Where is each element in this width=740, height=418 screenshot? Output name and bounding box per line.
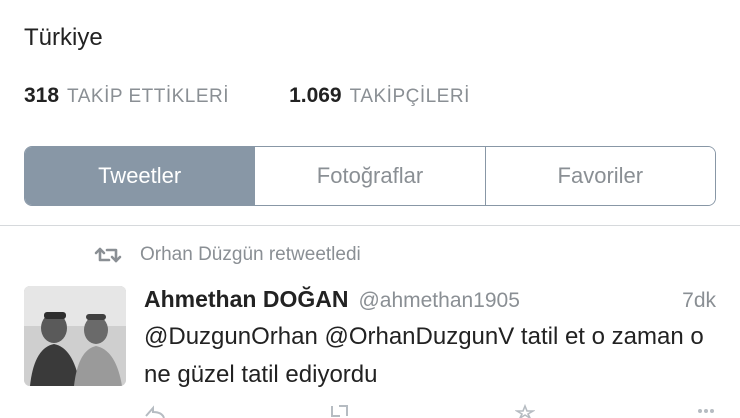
tab-photos[interactable]: Fotoğraflar — [254, 147, 485, 205]
following-number: 318 — [24, 84, 60, 107]
tab-favorites[interactable]: Favoriler — [484, 147, 715, 205]
retweet-context[interactable]: Orhan Düzgün retweetledi — [94, 244, 361, 266]
followers-number: 1.069 — [289, 84, 342, 107]
profile-location: Türkiye — [24, 24, 103, 51]
tab-tweets[interactable]: Tweetler — [25, 147, 255, 205]
following-label: TAKİP ETTİKLERİ — [67, 86, 230, 107]
tweet-actions — [144, 404, 716, 418]
followers-label: TAKİPÇİLERİ — [349, 86, 470, 107]
more-icon[interactable] — [696, 404, 716, 418]
author-handle[interactable]: @ahmethan1905 — [358, 289, 519, 313]
tweet-text: @DuzgunOrhan @OrhanDuzgunV tatil et o za… — [144, 323, 704, 388]
avatar-photo — [24, 286, 126, 386]
retweet-icon — [94, 247, 122, 263]
avatar[interactable] — [24, 286, 126, 386]
tweet-time: 7dk — [682, 289, 716, 312]
followers-count[interactable]: 1.069 TAKİPÇİLERİ — [289, 84, 470, 108]
following-count[interactable]: 318 TAKİP ETTİKLERİ — [24, 84, 229, 108]
retweet-action-icon[interactable] — [327, 404, 353, 418]
profile-stats: 318 TAKİP ETTİKLERİ 1.069 TAKİPÇİLERİ — [24, 84, 530, 108]
author-name[interactable]: Ahmethan DOĞAN — [144, 286, 348, 313]
section-divider — [0, 225, 740, 226]
tweet-header: Ahmethan DOĞAN @ahmethan1905 7dk — [144, 286, 716, 313]
profile-tabs: Tweetler Fotoğraflar Favoriler — [24, 146, 716, 206]
reply-icon[interactable] — [144, 404, 166, 418]
favorite-icon[interactable] — [514, 404, 535, 418]
retweet-by-label: Orhan Düzgün retweetledi — [140, 244, 361, 265]
